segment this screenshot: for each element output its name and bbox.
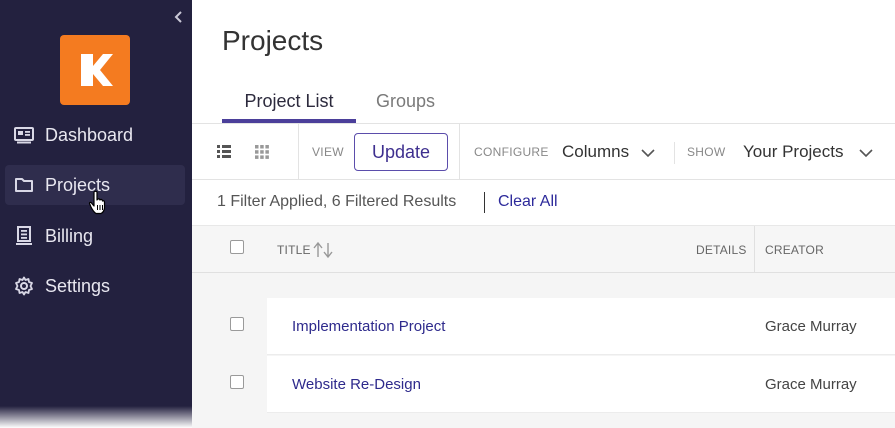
sidebar-item-label: Settings xyxy=(45,275,111,296)
project-creator: Grace Murray xyxy=(765,376,857,393)
sidebar-item-billing[interactable]: Billing xyxy=(5,216,185,256)
billing-icon xyxy=(14,226,34,246)
update-button[interactable]: Update xyxy=(354,133,448,171)
sidebar: Dashboard Projects Billing Settings xyxy=(0,0,192,428)
app-logo[interactable] xyxy=(60,35,130,105)
column-header-creator[interactable]: CREATOR xyxy=(765,243,824,257)
project-title-link[interactable]: Implementation Project xyxy=(292,318,445,335)
chevron-left-icon[interactable] xyxy=(172,9,186,25)
project-creator: Grace Murray xyxy=(765,318,857,335)
sidebar-item-settings[interactable]: Settings xyxy=(5,266,185,306)
configure-label: CONFIGURE xyxy=(474,145,549,159)
chevron-down-icon[interactable] xyxy=(641,148,655,158)
sidebar-fade xyxy=(0,406,192,428)
columns-dropdown[interactable]: Columns xyxy=(562,142,629,162)
view-label: VIEW xyxy=(312,145,344,159)
sidebar-item-dashboard[interactable]: Dashboard xyxy=(5,115,185,155)
column-header-title[interactable]: TITLE xyxy=(277,243,311,257)
table-body: Implementation Project Grace Murray Webs… xyxy=(192,273,895,428)
column-header-details: DETAILS xyxy=(696,243,747,257)
select-all-checkbox[interactable] xyxy=(230,240,244,254)
project-title-link[interactable]: Website Re-Design xyxy=(292,376,421,393)
row-checkbox[interactable] xyxy=(230,317,244,331)
table-header: TITLE DETAILS CREATOR xyxy=(192,225,895,273)
tab-project-list[interactable]: Project List xyxy=(222,91,356,112)
grid-view-icon[interactable] xyxy=(254,144,270,160)
row-checkbox[interactable] xyxy=(230,375,244,389)
table-row[interactable]: Website Re-Design Grace Murray xyxy=(267,356,895,413)
toolbar-divider xyxy=(459,124,460,180)
show-dropdown[interactable]: Your Projects xyxy=(743,142,843,162)
table-row[interactable]: Implementation Project Grace Murray xyxy=(267,298,895,355)
toolbar-divider xyxy=(298,124,299,180)
sidebar-item-label: Dashboard xyxy=(45,124,134,145)
k-logo-icon xyxy=(81,54,113,86)
filter-summary: 1 Filter Applied, 6 Filtered Results xyxy=(217,193,457,210)
clear-all-link[interactable]: Clear All xyxy=(498,193,558,211)
show-label: SHOW xyxy=(687,145,726,159)
filter-divider xyxy=(484,192,485,213)
list-view-icon[interactable] xyxy=(216,144,232,160)
chevron-down-icon[interactable] xyxy=(859,148,873,158)
folder-icon xyxy=(14,175,34,195)
dashboard-icon xyxy=(14,125,34,145)
hand-cursor-icon xyxy=(88,190,106,215)
toolbar: VIEW Update CONFIGURE Columns SHOW Your … xyxy=(192,123,895,180)
sort-icon[interactable] xyxy=(313,241,335,259)
gear-icon xyxy=(14,276,34,296)
column-divider xyxy=(754,226,755,273)
toolbar-divider xyxy=(674,142,675,164)
tab-groups[interactable]: Groups xyxy=(376,91,435,112)
page-title: Projects xyxy=(222,25,324,56)
sidebar-item-label: Billing xyxy=(45,225,94,246)
